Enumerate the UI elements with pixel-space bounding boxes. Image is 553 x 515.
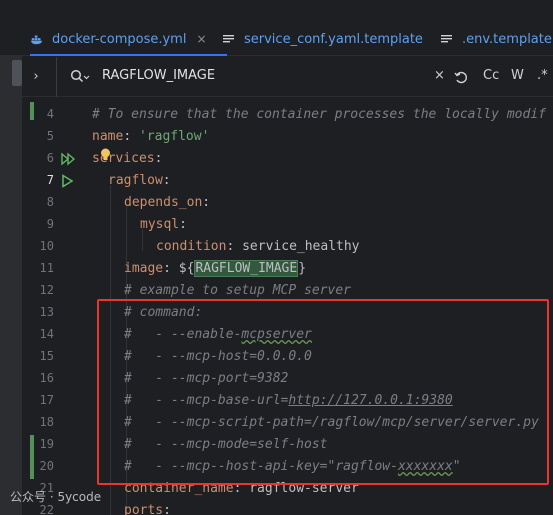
line-number: 9 — [46, 217, 54, 231]
tab-label: service_conf.yaml.template — [244, 31, 423, 47]
line-number: 13 — [39, 305, 54, 319]
yaml-key: mysql — [140, 217, 180, 232]
line-number: 15 — [39, 349, 54, 363]
line-number: 14 — [39, 327, 54, 341]
history-icon[interactable] — [454, 70, 468, 84]
line-number: 18 — [39, 415, 54, 429]
clear-search-icon[interactable]: × — [434, 68, 445, 83]
highlight-annotation-box — [97, 299, 549, 485]
active-tab-indicator — [30, 54, 227, 56]
line-number: 4 — [46, 107, 54, 121]
var-open: ${ — [178, 261, 195, 276]
indent-guide — [142, 229, 143, 251]
line-number: 19 — [39, 437, 54, 451]
left-scroll-strip — [0, 0, 22, 515]
line-number: 5 — [46, 129, 54, 143]
divider — [56, 57, 57, 97]
search-match-highlight: RAGFLOW_IMAGE — [194, 260, 299, 277]
yaml-key: ports — [124, 503, 164, 515]
lightbulb-icon[interactable] — [100, 148, 111, 162]
whole-words-button[interactable]: W — [511, 68, 524, 83]
regex-button[interactable]: .* — [537, 68, 548, 83]
scroll-knob[interactable] — [12, 60, 22, 86]
line-number: 17 — [39, 393, 54, 407]
tab-service-conf[interactable]: service_conf.yaml.template — [222, 22, 423, 56]
yaml-key: image — [124, 261, 164, 276]
find-bar: › RAGFLOW_IMAGE × Cc W .* — [22, 57, 553, 97]
code-line-11: image: ${RAGFLOW_IMAGE} — [124, 260, 307, 277]
code-line-7: ragflow: — [108, 173, 171, 188]
code-line-22: ports: — [124, 503, 171, 515]
tab-label: docker-compose.yml — [52, 31, 187, 47]
close-icon[interactable]: × — [196, 32, 206, 46]
line-number: 10 — [39, 239, 54, 253]
tab-label: .env.template — [462, 31, 552, 47]
var-close: } — [298, 261, 307, 276]
run-icon[interactable] — [60, 174, 76, 188]
tab-docker-compose[interactable]: docker-compose.yml × — [30, 22, 227, 56]
code-line-8: depends_on: — [124, 195, 211, 210]
run-all-icon[interactable] — [60, 152, 76, 166]
yaml-key: condition — [156, 239, 227, 254]
expand-replace-chevron-icon[interactable]: › — [32, 69, 40, 84]
code-line-4: # To ensure that the container processes… — [92, 107, 546, 122]
search-input[interactable]: RAGFLOW_IMAGE — [102, 68, 215, 83]
docker-icon — [30, 35, 43, 45]
search-icon[interactable] — [70, 69, 90, 85]
line-number: 7 — [46, 173, 54, 187]
watermark-text: 公众号 · 5ycode — [10, 490, 102, 504]
text-file-icon — [223, 35, 234, 43]
line-number: 11 — [39, 261, 54, 275]
text-file-icon — [441, 35, 452, 43]
editor-tab-bar: docker-compose.yml × service_conf.yaml.t… — [0, 0, 553, 56]
line-number: 20 — [39, 459, 54, 473]
line-number: 16 — [39, 371, 54, 385]
yaml-key: name — [92, 129, 124, 144]
yaml-value: service_healthy — [242, 239, 360, 254]
yaml-string: 'ragflow' — [138, 129, 210, 144]
line-number: 12 — [39, 283, 54, 297]
yaml-key: depends_on — [124, 195, 203, 210]
code-line-9: mysql: — [140, 217, 187, 232]
line-number: 8 — [46, 195, 54, 209]
code-line-10: condition: service_healthy — [156, 239, 360, 254]
line-number: 6 — [46, 151, 54, 165]
tab-env-template[interactable]: .env.template — [440, 22, 552, 56]
match-case-button[interactable]: Cc — [483, 68, 499, 83]
yaml-key: ragflow — [108, 173, 163, 188]
code-line-12: # example to setup MCP server — [124, 283, 351, 298]
code-line-5: name: 'ragflow' — [92, 129, 210, 144]
